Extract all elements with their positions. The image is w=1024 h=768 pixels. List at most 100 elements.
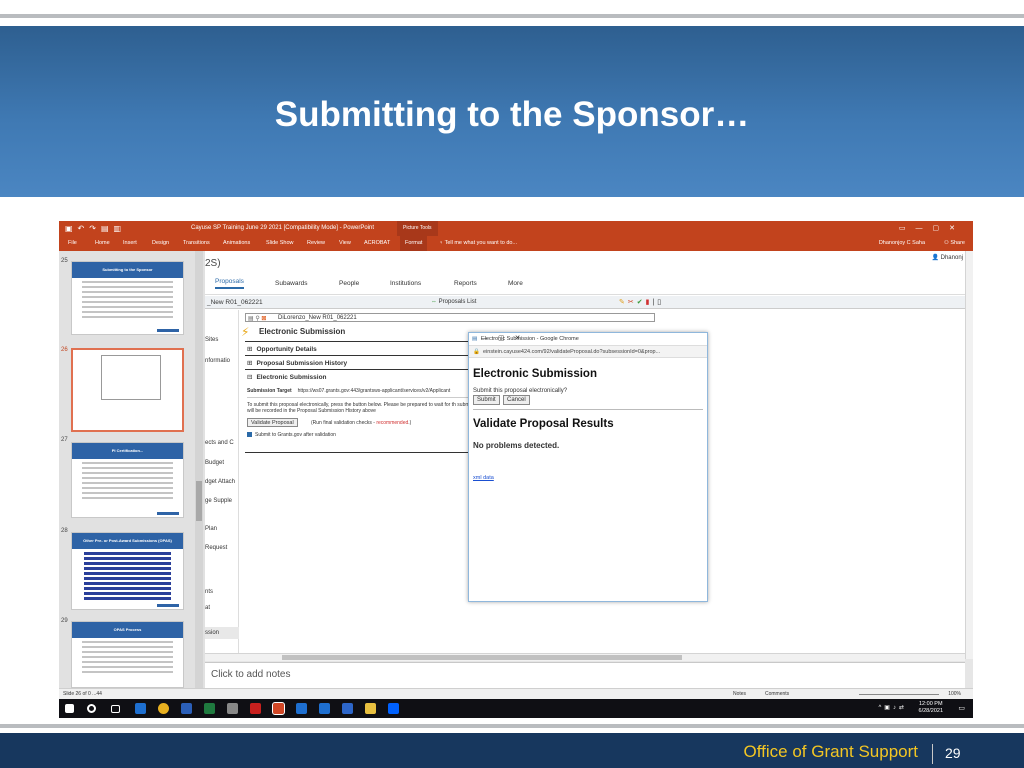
slide-canvas[interactable]: 2S) 👤 Dhanonj Proposals Subawards People… [205,251,965,659]
excel-icon[interactable] [204,703,215,714]
screenshot-powerpoint: ▣↶↷▤▥ Cayuse SP Training June 29 2021 [C… [59,221,973,718]
nav-reports[interactable]: Reports [454,280,477,287]
ribbon-tab-acrobat[interactable]: ACROBAT [364,240,390,246]
accordion-opportunity-details[interactable]: ⊞ Opportunity Details [245,341,485,354]
comments-toggle[interactable]: Comments [765,691,789,697]
file-explorer-icon[interactable] [365,703,376,714]
notes-toggle[interactable]: Notes [733,691,746,697]
ribbon-tab-design[interactable]: Design [152,240,169,246]
collapse-icon: ⊟ [247,374,253,381]
lock-icon: 🔒 [473,349,480,355]
quick-access-icons[interactable]: ▣↶↷▤▥ [65,224,126,233]
side-menu-request[interactable]: Request [205,545,227,551]
cancel-button[interactable]: Cancel [503,395,530,405]
notes-pane[interactable]: Click to add notes [205,662,965,688]
ribbon-tab-insert[interactable]: Insert [123,240,137,246]
side-menu-subjects[interactable]: ects and C [205,440,234,446]
ie-icon[interactable] [296,703,307,714]
ribbon-tab-view[interactable]: View [339,240,351,246]
thumb-number-27: 27 [61,437,68,443]
toolbar-icons[interactable]: ✎✂✔▮|▯ [619,298,664,306]
ribbon-tab-review[interactable]: Review [307,240,325,246]
ribbon-tab-transitions[interactable]: Transitions [183,240,210,246]
submit-after-validation-checkbox[interactable]: Submit to Grants.gov after validation [247,432,336,438]
scrollbar-thumb[interactable] [196,481,202,521]
side-menu-plan[interactable]: Plan [205,526,217,532]
cayuse-nav: Proposals Subawards People Institutions … [205,271,965,295]
canvas-vertical-scrollbar[interactable] [965,251,973,659]
popup-titlebar: ▤ Electronic Submission - Google Chrome … [469,333,707,346]
search-icon[interactable] [87,704,96,713]
validate-proposal-button[interactable]: Validate Proposal [247,418,298,427]
popup-url: einstein.cayuse424.com/92/validatePropos… [483,349,661,355]
acrobat-icon[interactable] [250,703,261,714]
side-menu-nts[interactable]: nts [205,589,213,595]
side-menu-at[interactable]: at [205,605,210,611]
nav-people[interactable]: People [339,280,359,287]
ribbon-tab-animations[interactable]: Animations [223,240,250,246]
popup-address-bar[interactable]: 🔒 einstein.cayuse424.com/92/validateProp… [469,346,707,358]
windows-start-icon[interactable] [65,704,74,713]
slide-thumbnails-pane: 25 Submitting to the Sponsor 26 27 PI Ce… [59,251,205,688]
submit-button[interactable]: Submit [473,395,500,405]
validate-results-text: No problems detected. [473,441,560,450]
accordion-submission-history[interactable]: ⊞ Proposal Submission History [245,355,485,368]
side-menu-information[interactable]: nformatio [205,358,230,364]
tray-icons[interactable]: ^▣♪⇄ [878,704,907,711]
canvas-horizontal-scrollbar[interactable] [205,653,965,661]
nav-proposals[interactable]: Proposals [215,278,244,289]
submit-question: Submit this proposal electronically? [473,388,568,394]
thumb-number-29: 29 [61,618,68,624]
side-menu-sites[interactable]: Sites [205,337,218,343]
xml-data-link[interactable]: xml data [473,475,494,481]
edge-legacy-icon[interactable] [319,703,330,714]
app-icon[interactable] [227,703,238,714]
popup-window-controls[interactable]: —▢✕ [481,334,701,342]
side-menu-budget[interactable]: Budget [205,460,224,466]
hscroll-thumb[interactable] [282,655,682,660]
chrome-icon[interactable] [158,703,169,714]
nav-subawards[interactable]: Subawards [275,280,308,287]
side-menu-submission[interactable]: ssion [205,627,239,639]
accordion-electronic-submission[interactable]: ⊟ Electronic Submission [245,369,485,382]
thumbnail-slide-26-selected[interactable] [71,348,184,432]
slide: Submitting to the Sponsor… ▣↶↷▤▥ Cayuse … [0,0,1024,768]
chrome-popup-window[interactable]: ▤ Electronic Submission - Google Chrome … [468,332,708,602]
notification-icon[interactable]: ▭ [958,704,965,712]
taskbar-clock[interactable]: 12:00 PM 6/28/2021 [919,701,943,715]
word-icon[interactable] [181,703,192,714]
side-menu-page-supple[interactable]: ge Supple [205,498,232,504]
tell-me-box[interactable]: ♀ Tell me what you want to do... [439,240,517,246]
share-label: Share [950,240,965,246]
ribbon-tab-file[interactable]: File [68,240,77,246]
cayuse-user[interactable]: 👤 Dhanonj [932,254,964,261]
path-box[interactable]: ▤ ⚲ ⊠ DiLorenzo_New R01_062221 [245,313,655,322]
window-controls-icons[interactable]: ▭—▢✕ [899,224,965,232]
thumbnail-slide-27[interactable]: PI Certification... [71,442,184,518]
task-view-icon[interactable] [111,705,120,713]
nav-more[interactable]: More [508,280,523,287]
side-menu-budget-attach[interactable]: dget Attach [205,479,235,485]
bottom-divider [0,724,1024,728]
thumbnail-slide-28[interactable]: Other Pre- or Post-Award Submissions (OP… [71,532,184,610]
ribbon-tab-home[interactable]: Home [95,240,110,246]
cayuse-title-fragment: 2S) [205,258,221,269]
ribbon-tab-format[interactable]: Format [400,236,428,251]
status-slide-count: Slide 26 of 0 ...44 [63,691,102,697]
thumbnails-scrollbar[interactable] [195,251,203,688]
thumbnail-slide-25[interactable]: Submitting to the Sponsor [71,261,184,335]
popup-divider [473,409,703,410]
zoom-level[interactable]: 100% [948,691,961,697]
edge-icon[interactable] [135,703,146,714]
dropbox-icon[interactable] [388,703,399,714]
outlook-icon[interactable] [342,703,353,714]
ribbon-tab-slide-show[interactable]: Slide Show [266,240,294,246]
thumbnail-slide-29[interactable]: OPAS Process [71,621,184,688]
nav-institutions[interactable]: Institutions [390,280,421,287]
proposals-list-link[interactable]: ⇔ Proposals List [431,299,476,305]
zoom-slider[interactable] [859,694,939,695]
share-button[interactable]: ⚇ Share [944,240,965,246]
user-name[interactable]: Dhanonjoy C Saha [879,240,925,246]
clock-time: 12:00 PM [918,701,943,707]
powerpoint-icon[interactable] [272,702,285,715]
